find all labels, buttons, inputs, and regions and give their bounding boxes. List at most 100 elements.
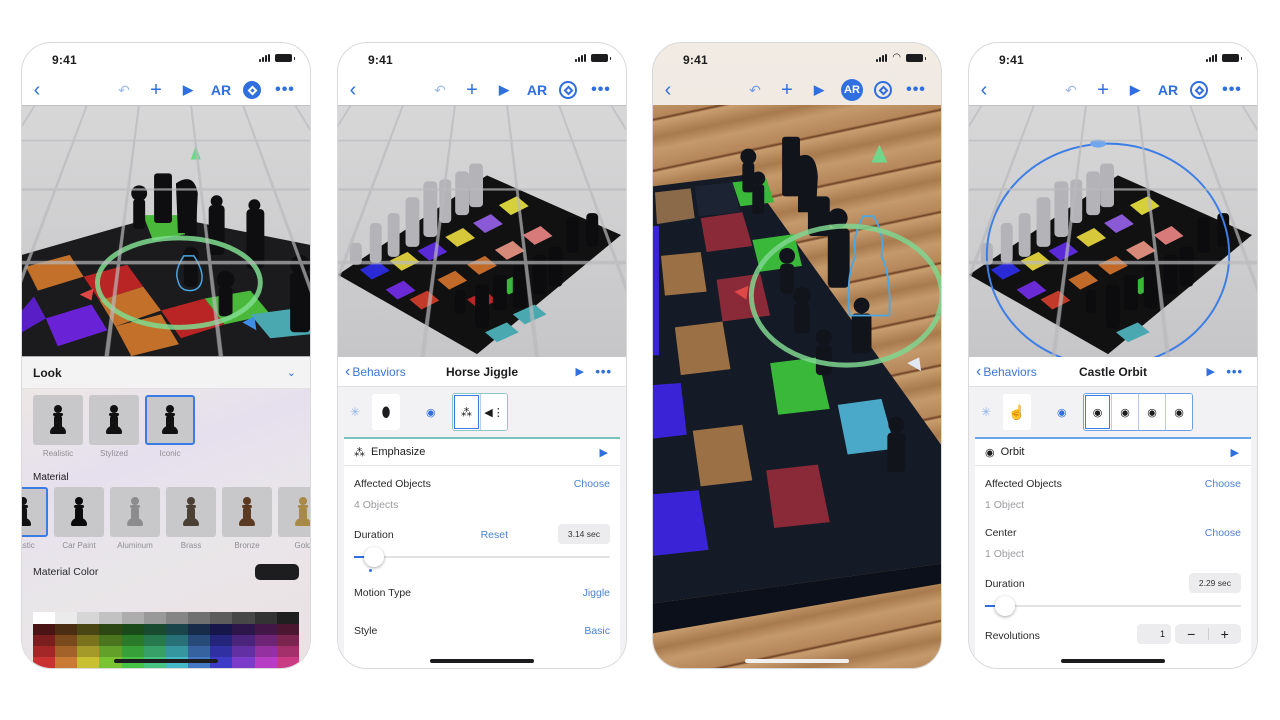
palette-swatch[interactable] [143, 635, 166, 646]
ar-button[interactable]: AR [837, 75, 867, 105]
material-option-aluminum[interactable]: Aluminum [110, 487, 160, 550]
behavior-more-button[interactable]: ••• [1226, 364, 1243, 379]
decrement-button[interactable]: − [1175, 626, 1208, 642]
palette-swatch[interactable] [210, 635, 233, 646]
look-option-iconic[interactable]: Iconic [145, 395, 195, 458]
palette-swatch[interactable] [121, 624, 144, 635]
undo-button[interactable]: ↶ [1059, 75, 1083, 105]
revolutions-value[interactable]: 1 [1137, 624, 1171, 644]
palette-swatch[interactable] [143, 646, 166, 657]
material-option-plastic[interactable]: Plastic [22, 487, 48, 550]
play-behavior-button[interactable]: ▶ [576, 365, 584, 378]
more-button[interactable]: ••• [586, 75, 616, 105]
palette-swatch[interactable] [165, 635, 189, 646]
choose-objects-button[interactable]: Choose [1205, 478, 1241, 490]
palette-swatch[interactable] [254, 635, 277, 646]
play-behavior-button[interactable]: ▶ [1207, 365, 1215, 378]
back-button[interactable]: ‹ [973, 75, 995, 105]
palette-swatch[interactable] [99, 646, 122, 657]
more-button[interactable]: ••• [270, 75, 300, 105]
look-option-realistic[interactable]: Realistic [33, 395, 83, 458]
palette-swatch[interactable] [121, 635, 144, 646]
palette-swatch[interactable] [33, 612, 56, 624]
play-button[interactable]: ▶ [176, 75, 200, 105]
add-button[interactable]: + [144, 75, 168, 105]
palette-swatch[interactable] [55, 646, 78, 657]
palette-swatch[interactable] [99, 635, 122, 646]
palette-swatch[interactable] [254, 612, 277, 624]
style-value[interactable]: Basic [584, 625, 610, 637]
undo-button[interactable]: ↶ [743, 75, 767, 105]
settings-button[interactable] [1186, 75, 1212, 105]
palette-swatch[interactable] [55, 612, 78, 624]
more-button[interactable]: ••• [1217, 75, 1247, 105]
palette-swatch[interactable] [165, 646, 189, 657]
motion-type-value[interactable]: Jiggle [583, 587, 610, 599]
chevron-down-icon[interactable]: ⌄ [287, 366, 296, 379]
palette-swatch[interactable] [188, 624, 211, 635]
palette-swatch[interactable] [276, 657, 299, 668]
material-option-brass[interactable]: Brass [166, 487, 216, 550]
duration-value[interactable]: 2.29 sec [1188, 573, 1241, 593]
duration-slider[interactable] [354, 547, 610, 572]
back-button[interactable]: ‹ [342, 75, 364, 105]
palette-swatch[interactable] [254, 646, 277, 657]
palette-swatch[interactable] [99, 624, 122, 635]
play-button[interactable]: ▶ [807, 75, 831, 105]
palette-swatch[interactable] [276, 624, 299, 635]
material-color-swatch[interactable] [255, 564, 299, 580]
action-emphasize[interactable]: ⁂ [453, 394, 480, 430]
add-button[interactable]: + [460, 75, 484, 105]
palette-swatch[interactable] [33, 646, 56, 657]
palette-swatch[interactable] [165, 612, 189, 624]
duration-slider[interactable] [985, 596, 1241, 616]
material-option-car-paint[interactable]: Car Paint [54, 487, 104, 550]
play-button[interactable]: ▶ [492, 75, 516, 105]
palette-swatch[interactable] [276, 635, 299, 646]
palette-swatch[interactable] [55, 635, 78, 646]
back-button[interactable]: ‹ [657, 75, 679, 105]
palette-swatch[interactable] [276, 612, 299, 624]
ar-button[interactable]: AR [522, 75, 552, 105]
palette-swatch[interactable] [121, 646, 144, 657]
behaviors-back-button[interactable]: ‹ Behaviors [976, 363, 1037, 381]
palette-swatch[interactable] [33, 635, 56, 646]
choose-objects-button[interactable]: Choose [574, 478, 610, 490]
undo-button[interactable]: ↶ [112, 75, 136, 105]
play-action-button[interactable]: ▶ [1231, 446, 1239, 459]
palette-swatch[interactable] [232, 646, 255, 657]
material-option-bronze[interactable]: Bronze [222, 487, 272, 550]
undo-button[interactable]: ↶ [428, 75, 452, 105]
palette-swatch[interactable] [276, 646, 299, 657]
3d-viewport[interactable] [338, 105, 626, 357]
palette-swatch[interactable] [77, 646, 100, 657]
behaviors-back-button[interactable]: ‹ Behaviors [345, 363, 406, 381]
palette-swatch[interactable] [232, 624, 255, 635]
duration-value[interactable]: 3.14 sec [557, 524, 610, 544]
style-row[interactable]: Style Basic [344, 625, 620, 637]
play-action-button[interactable]: ▶ [600, 446, 608, 459]
behavior-more-button[interactable]: ••• [595, 364, 612, 379]
settings-button[interactable] [239, 75, 265, 105]
palette-swatch[interactable] [188, 612, 211, 624]
increment-button[interactable]: + [1209, 626, 1242, 642]
trigger-tile[interactable]: ☝ [1003, 394, 1031, 430]
settings-button[interactable] [870, 75, 896, 105]
reset-duration-button[interactable]: Reset [481, 529, 508, 541]
palette-swatch[interactable] [33, 624, 56, 635]
3d-viewport[interactable] [969, 105, 1257, 357]
action-orbit[interactable]: ◉ [1084, 394, 1111, 430]
action-orbit[interactable]: ◉ [1111, 394, 1138, 430]
add-button[interactable]: + [1091, 75, 1115, 105]
ar-button[interactable]: AR [1153, 75, 1183, 105]
motion-type-row[interactable]: Motion Type Jiggle [344, 587, 620, 599]
look-option-stylized[interactable]: Stylized [89, 395, 139, 458]
palette-swatch[interactable] [121, 612, 144, 624]
palette-swatch[interactable] [77, 635, 100, 646]
action-orbit[interactable]: ◉ [1138, 394, 1165, 430]
palette-swatch[interactable] [33, 657, 56, 668]
slider-knob[interactable] [995, 596, 1016, 616]
palette-swatch[interactable] [77, 657, 100, 668]
back-button[interactable]: ‹ [26, 75, 48, 105]
palette-swatch[interactable] [55, 624, 78, 635]
